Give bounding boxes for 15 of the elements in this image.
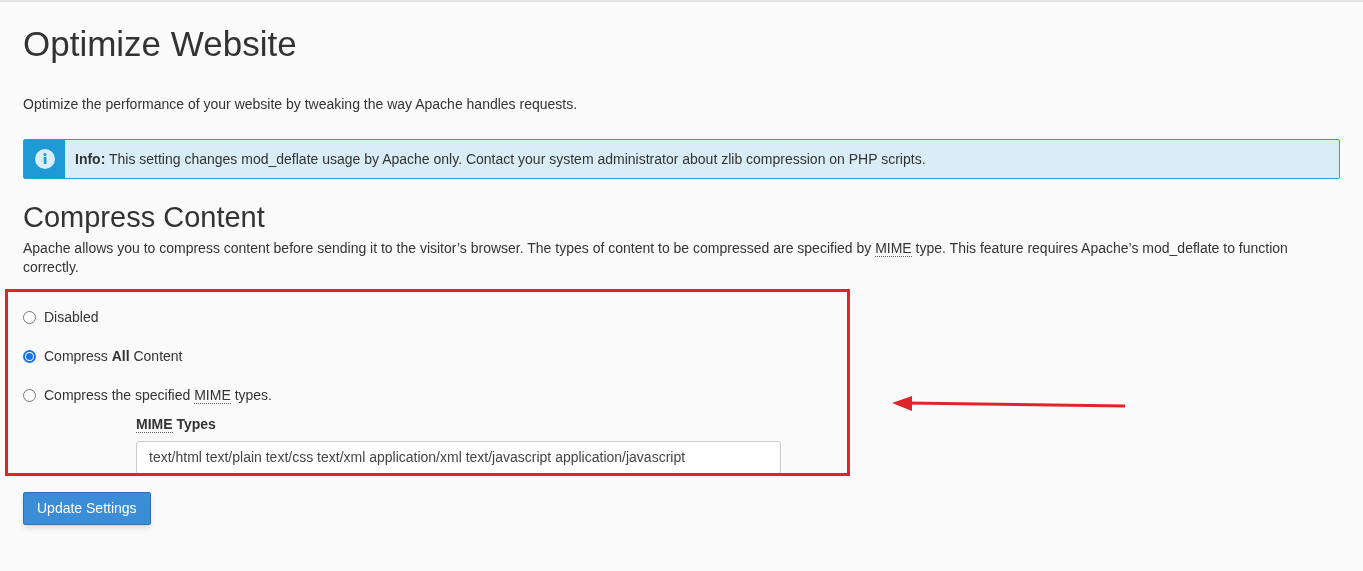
option-label[interactable]: Compress All Content: [44, 346, 183, 367]
mime-types-label: MIME Types: [136, 415, 216, 435]
section-description: Apache allows you to compress content before sending it to the visitor’s browser. The types of content to be compressed are specified by MIME type. This feature requires Apache’s mod_deflate to function correctly.: [23, 239, 1289, 277]
option-label[interactable]: Disabled: [44, 307, 99, 328]
mime-types-field[interactable]: text/html text/plain text/css text/xml application/xml text/javascript application/javascript: [136, 441, 781, 474]
info-message: Info: This setting changes mod_deflate usage by Apache only. Contact your system administrator about zlib compression on PHP scripts.: [75, 149, 926, 169]
info-icon: [34, 149, 55, 169]
intro-text: Optimize the performance of your website by tweaking the way Apache handles requests.: [23, 95, 578, 114]
option-label[interactable]: Compress the specified MIME types.: [44, 385, 272, 406]
section-heading: Compress Content: [23, 200, 265, 235]
radio-button[interactable]: [23, 311, 36, 324]
radio-button[interactable]: [23, 350, 36, 363]
page-title: Optimize Website: [23, 23, 297, 65]
radio-button[interactable]: [23, 389, 36, 402]
update-settings-button[interactable]: Update Settings: [23, 492, 151, 525]
